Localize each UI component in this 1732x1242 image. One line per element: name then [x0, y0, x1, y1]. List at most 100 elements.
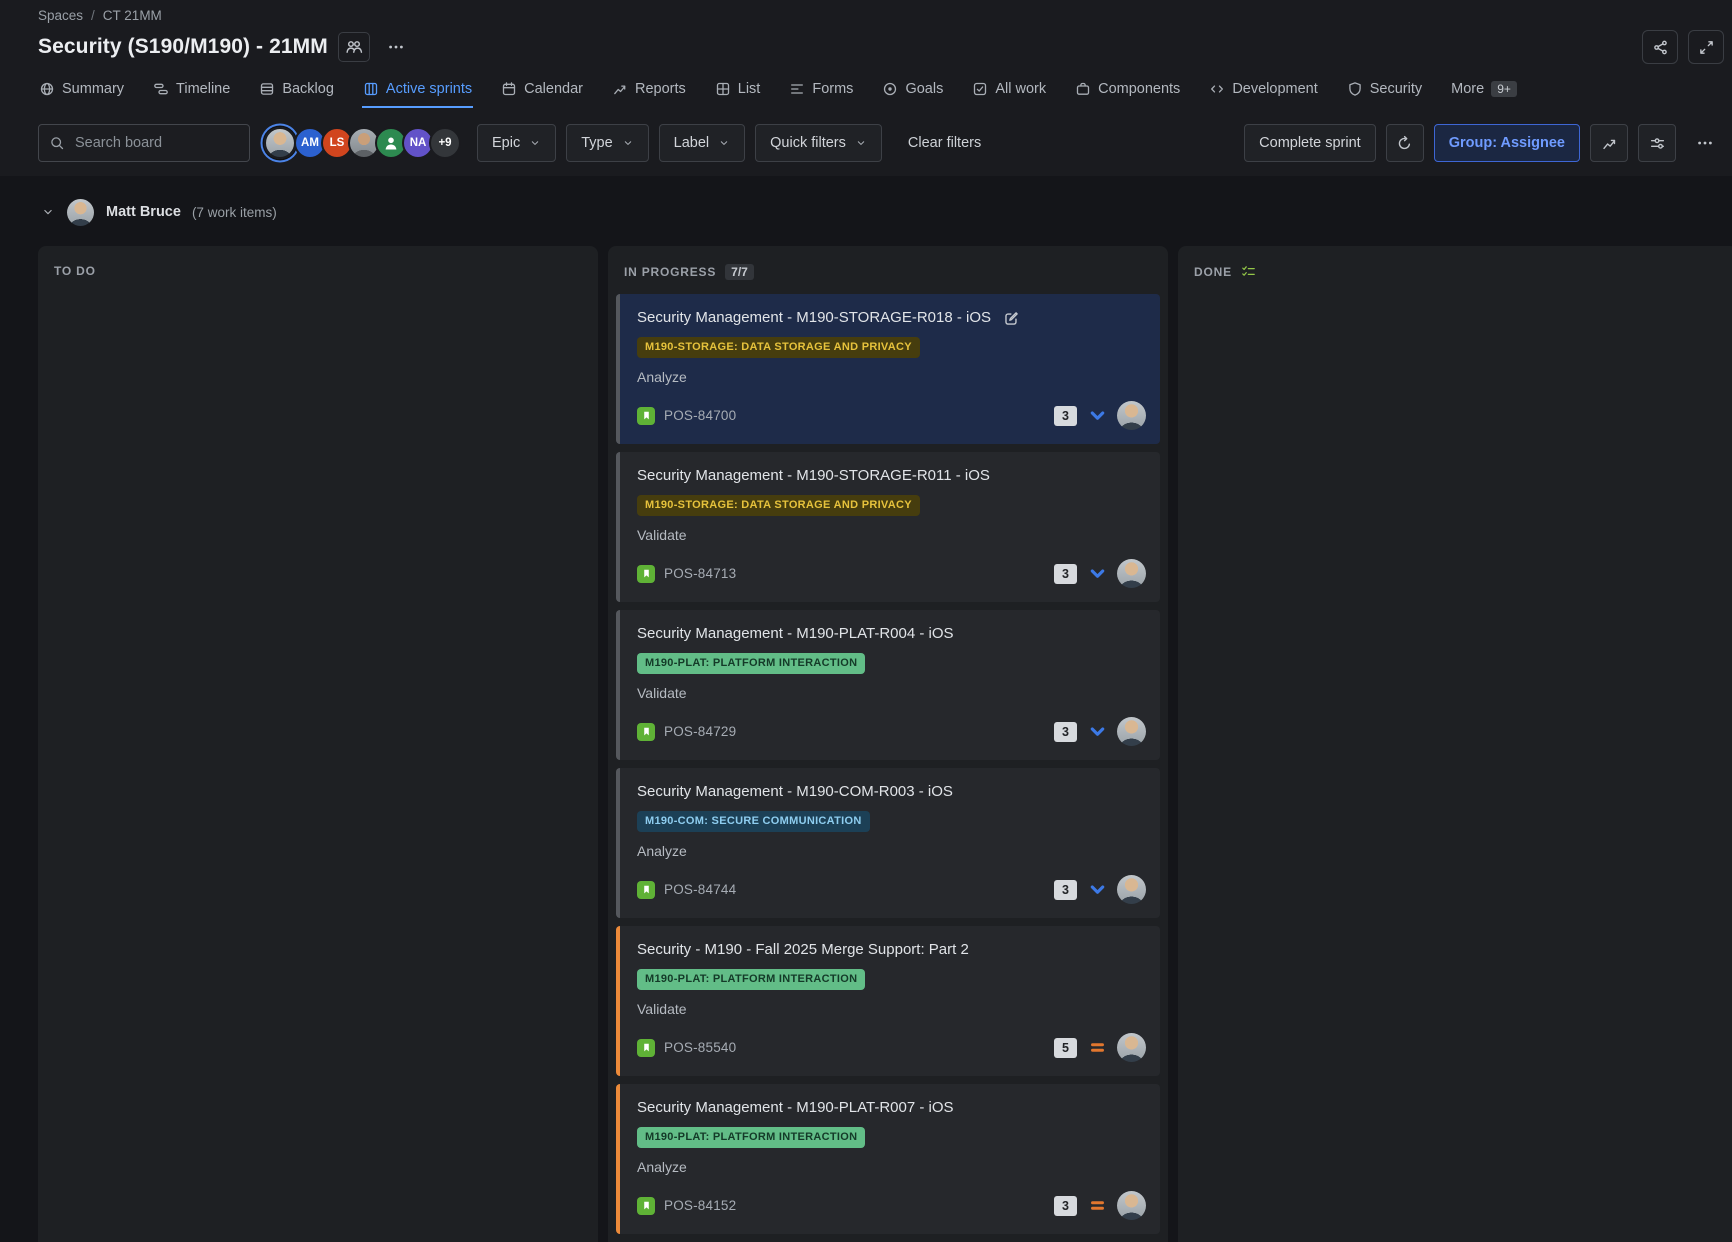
column-in-progress: IN PROGRESS7/7Security Management - M190… [608, 246, 1168, 1242]
card-footer: POS-847293 [637, 717, 1146, 746]
insights-button[interactable] [1590, 124, 1628, 162]
dropdown-label: Label [674, 135, 709, 151]
filter-dropdowns: Epic Type Label Quick filters [477, 124, 882, 162]
people-icon [345, 38, 363, 56]
jira-board-app: Spaces / CT 21MM Security (S190/M190) - … [0, 0, 1732, 1242]
assignee-avatar[interactable] [1117, 559, 1146, 588]
board-more-button[interactable] [1686, 124, 1724, 162]
estimate-badge: 3 [1054, 722, 1077, 742]
tab-backlog[interactable]: Backlog [258, 77, 335, 108]
card-status: Validate [637, 1000, 1146, 1019]
title-more-button[interactable] [380, 32, 412, 62]
avatar-label: NA [410, 137, 427, 149]
tab-security[interactable]: Security [1346, 77, 1423, 108]
tab-all-work[interactable]: All work [971, 77, 1047, 108]
collaborators-button[interactable] [338, 32, 370, 62]
tab-summary[interactable]: Summary [38, 77, 125, 108]
assignee-avatar[interactable] [1117, 401, 1146, 430]
chevron-down-icon [41, 205, 55, 219]
priority-medium-icon [1087, 1196, 1107, 1216]
story-type-icon [637, 407, 655, 425]
expand-icon [1698, 39, 1715, 56]
edit-icon [1003, 310, 1020, 327]
card[interactable]: Security Management - M190-STORAGE-R018 … [616, 294, 1160, 444]
story-bookmark-icon [640, 567, 653, 580]
card-title: Security Management - M190-COM-R003 - iO… [637, 782, 953, 802]
goals-icon [882, 81, 898, 97]
card[interactable]: Security - M190 - Fall 2025 Merge Suppor… [616, 926, 1160, 1076]
dropdown-label: Epic [492, 135, 520, 151]
collapse-group-button[interactable] [38, 202, 58, 222]
complete-sprint-button[interactable]: Complete sprint [1244, 124, 1376, 162]
view-settings-button[interactable] [1638, 124, 1676, 162]
card-meta: 3 [1054, 717, 1146, 746]
chart-line-icon [1601, 135, 1618, 152]
tab-development[interactable]: Development [1208, 77, 1318, 108]
tab-active-sprints[interactable]: Active sprints [362, 77, 473, 108]
group-by-button[interactable]: Group: Assignee [1434, 124, 1580, 162]
filter-epic-dropdown[interactable]: Epic [477, 124, 556, 162]
chevron-down-icon [622, 137, 634, 149]
column-header: TO DO [38, 246, 598, 290]
card[interactable]: Security Management - M190-STORAGE-R011 … [616, 452, 1160, 602]
tab-forms[interactable]: Forms [788, 77, 854, 108]
tab-goals[interactable]: Goals [881, 77, 944, 108]
tab-more[interactable]: More9+ [1450, 77, 1518, 108]
clear-filters-button[interactable]: Clear filters [902, 134, 987, 152]
search-icon [49, 135, 65, 151]
share-button[interactable] [1642, 30, 1678, 64]
card-key-group: POS-84729 [637, 723, 1054, 741]
avatar-label: AM [301, 137, 319, 149]
assignee-avatar[interactable] [1117, 1033, 1146, 1062]
tab-list[interactable]: List [714, 77, 762, 108]
tab-timeline[interactable]: Timeline [152, 77, 231, 108]
refresh-icon [1396, 135, 1413, 152]
dropdown-label: Quick filters [770, 135, 846, 151]
tab-label: Backlog [282, 81, 334, 97]
filter-type-dropdown[interactable]: Type [566, 124, 648, 162]
components-icon [1075, 81, 1091, 97]
breadcrumb-spaces[interactable]: Spaces [38, 8, 83, 23]
share-icon [1652, 39, 1669, 56]
story-bookmark-icon [640, 725, 653, 738]
label-badge: M190-PLAT: PLATFORM INTERACTION [637, 653, 865, 674]
search-input[interactable] [73, 134, 239, 152]
tab-components[interactable]: Components [1074, 77, 1181, 108]
story-bookmark-icon [640, 883, 653, 896]
refresh-button[interactable] [1386, 124, 1424, 162]
story-type-icon [637, 1197, 655, 1215]
development-icon [1209, 81, 1225, 97]
card-status: Analyze [637, 1158, 1146, 1177]
tab-label: Development [1232, 81, 1317, 97]
assignee-avatar[interactable] [1117, 875, 1146, 904]
tab-reports[interactable]: Reports [611, 77, 687, 108]
board-icon [363, 81, 379, 97]
issue-key: POS-84744 [664, 882, 736, 897]
title-row: Security (S190/M190) - 21MM [38, 30, 1724, 64]
edit-button[interactable] [1003, 310, 1020, 327]
filter-quick-filters-dropdown[interactable]: Quick filters [755, 124, 882, 162]
story-type-icon [637, 1039, 655, 1057]
avatar-matt-bruce[interactable] [264, 127, 296, 159]
label-badge: M190-PLAT: PLATFORM INTERACTION [637, 1127, 865, 1148]
card-key-group: POS-84700 [637, 407, 1054, 425]
card-title: Security Management - M190-PLAT-R007 - i… [637, 1098, 954, 1118]
avatar-9[interactable]: +9 [429, 127, 461, 159]
fullscreen-button[interactable] [1688, 30, 1724, 64]
tab-label: Calendar [524, 81, 583, 97]
issue-key: POS-84700 [664, 408, 736, 423]
tab-label: All work [995, 81, 1046, 97]
tab-calendar[interactable]: Calendar [500, 77, 584, 108]
assignee-avatar[interactable] [1117, 717, 1146, 746]
card-title-row: Security - M190 - Fall 2025 Merge Suppor… [637, 940, 1146, 960]
card-title: Security Management - M190-STORAGE-R011 … [637, 466, 990, 486]
filter-label-dropdown[interactable]: Label [659, 124, 745, 162]
breadcrumb-project[interactable]: CT 21MM [103, 8, 162, 23]
card[interactable]: Security Management - M190-COM-R003 - iO… [616, 768, 1160, 918]
card-meta: 3 [1054, 1191, 1146, 1220]
tab-count-badge: 9+ [1491, 81, 1517, 97]
group-count: (7 work items) [192, 205, 277, 220]
card[interactable]: Security Management - M190-PLAT-R004 - i… [616, 610, 1160, 760]
card[interactable]: Security Management - M190-PLAT-R007 - i… [616, 1084, 1160, 1234]
assignee-avatar[interactable] [1117, 1191, 1146, 1220]
